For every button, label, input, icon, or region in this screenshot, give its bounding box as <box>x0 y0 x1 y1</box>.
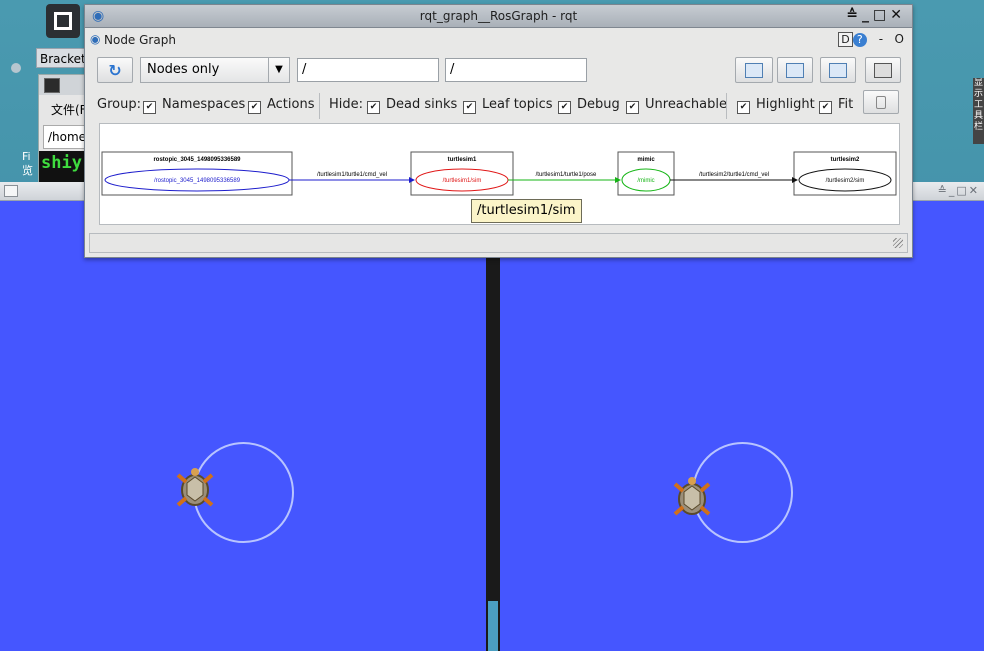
help-icon[interactable]: ? <box>852 33 867 47</box>
node-ellipse-label: /turtlesim1/sim <box>443 178 482 184</box>
edge-label: /turtlesim2/turtle1/cmd_vel <box>699 172 769 178</box>
node-tooltip: /turtlesim1/sim <box>471 199 582 223</box>
graph-type-select[interactable]: Nodes only ▼ <box>140 57 290 83</box>
save-svg-button[interactable] <box>820 57 856 83</box>
fit-label: Fit <box>838 97 854 112</box>
node-ellipse-label: /turtlesim2/sim <box>826 178 865 184</box>
save-dot-button[interactable] <box>777 57 813 83</box>
hide-label: Hide: <box>329 97 364 112</box>
checkbox-checked-icon[interactable]: ✔ <box>819 101 832 114</box>
topic-filter-input[interactable]: / <box>445 58 587 82</box>
side-toolbar-tab[interactable]: 显示工具栏 <box>973 78 984 144</box>
edge-label: /turtlesim1/turtle1/cmd_vel <box>317 172 387 178</box>
unreachable-label: Unreachable <box>645 97 727 112</box>
fit-checkbox[interactable]: ✔ Fit <box>819 97 853 114</box>
close-plugin-button[interactable]: O <box>895 32 904 46</box>
node-ellipse-label: /mimic <box>637 178 654 184</box>
node-box-label: turtlesim2 <box>831 157 860 163</box>
node-box-label: turtlesim1 <box>448 157 477 163</box>
checkbox-checked-icon[interactable]: ✔ <box>558 101 571 114</box>
graph-edge-cmd-vel-2[interactable]: /turtlesim2/turtle1/cmd_vel <box>670 172 798 183</box>
separator <box>726 93 727 119</box>
node-box-label: rostopic_3045_1498095336589 <box>153 157 241 163</box>
graph-node-mimic[interactable]: mimic /mimic <box>617 151 675 196</box>
checkbox-checked-icon[interactable]: ✔ <box>737 101 750 114</box>
debug-label: Debug <box>577 97 620 112</box>
highlight-label: Highlight <box>756 97 815 112</box>
graph-type-value: Nodes only <box>147 62 220 77</box>
plugin-header: ◉ Node Graph D? - O <box>85 29 912 51</box>
refresh-button[interactable]: ↻ <box>97 57 133 83</box>
checkbox-checked-icon[interactable]: ✔ <box>248 101 261 114</box>
turtle-icon <box>673 477 711 516</box>
dead-sinks-checkbox[interactable]: ✔ Dead sinks <box>367 97 457 114</box>
checkbox-checked-icon[interactable]: ✔ <box>463 101 476 114</box>
window-menu-icon[interactable] <box>4 185 18 197</box>
turtlesim2-window-controls[interactable]: ≙_□✕ <box>938 184 980 197</box>
window-controls[interactable]: ≙_□✕ <box>846 7 906 23</box>
graph-node-rostopic[interactable]: rostopic_3045_1498095336589 /rostopic_30… <box>101 151 293 196</box>
graph-node-turtlesim1[interactable]: turtlesim1 /turtlesim1/sim <box>410 151 514 196</box>
brackets-taskbar-item[interactable]: Brackets <box>36 48 88 68</box>
window-title: rqt_graph__RosGraph - rqt <box>419 9 578 23</box>
status-bar <box>89 233 908 253</box>
actions-checkbox[interactable]: ✔ Actions <box>248 97 315 114</box>
checkbox-checked-icon[interactable]: ✔ <box>367 101 380 114</box>
turtle-icon <box>176 468 214 507</box>
dead-sinks-label: Dead sinks <box>386 97 458 112</box>
save-icon <box>829 62 847 78</box>
namespace-filter-input[interactable]: / <box>297 58 439 82</box>
plugin-icon: ◉ <box>90 32 101 46</box>
fit-in-view-button[interactable] <box>863 90 899 114</box>
save-icon <box>786 62 804 78</box>
image-icon <box>874 62 892 78</box>
namespaces-label: Namespaces <box>162 97 246 112</box>
plugin-controls: D? - O <box>838 32 904 47</box>
checkbox-checked-icon[interactable]: ✔ <box>143 101 156 114</box>
graph-edge-pose[interactable]: /turtlesim1/turtle1/pose <box>508 172 621 183</box>
graph-edge-cmd-vel-1[interactable]: /turtlesim1/turtle1/cmd_vel <box>289 172 415 183</box>
leaf-topics-label: Leaf topics <box>482 97 553 112</box>
save-image-button[interactable] <box>865 57 901 83</box>
rqt-window[interactable]: ◉ rqt_graph__RosGraph - rqt ≙_□✕ ◉ Node … <box>84 4 913 258</box>
scrollbar-thumb[interactable] <box>488 601 498 651</box>
graph-node-turtlesim2[interactable]: turtlesim2 /turtlesim2/sim <box>793 151 897 196</box>
separator <box>319 93 320 119</box>
folder-icon <box>745 62 763 78</box>
options-row: Group: ✔ Namespaces ✔ Actions Hide: ✔ Dead … <box>85 93 912 119</box>
highlight-checkbox[interactable]: ✔ Highlight <box>737 97 815 114</box>
actions-label: Actions <box>267 97 315 112</box>
edge-label: /turtlesim1/turtle1/pose <box>536 172 597 178</box>
dropdown-arrow-icon[interactable]: ▼ <box>268 58 289 82</box>
group-label: Group: <box>97 97 141 112</box>
debug-checkbox[interactable]: ✔ Debug <box>558 97 620 114</box>
checkbox-checked-icon[interactable]: ✔ <box>626 101 639 114</box>
load-dot-button[interactable] <box>735 57 773 83</box>
node-box-label: mimic <box>637 157 655 163</box>
resize-grip-icon[interactable] <box>893 238 903 248</box>
desktop-side-text: Fi 览 <box>22 150 33 177</box>
dock-button[interactable]: D <box>838 32 853 47</box>
namespaces-checkbox[interactable]: ✔ Namespaces <box>143 97 245 114</box>
terminal-icon <box>44 78 60 93</box>
unreachable-checkbox[interactable]: ✔ Unreachable <box>626 97 727 114</box>
node-ellipse-label: /rostopic_3045_1498095336589 <box>154 178 241 184</box>
minimize-plugin-button[interactable]: - <box>879 32 883 46</box>
brackets-app-icon[interactable] <box>46 4 80 38</box>
rqt-titlebar[interactable]: ◉ rqt_graph__RosGraph - rqt ≙_□✕ <box>85 5 912 28</box>
leaf-topics-checkbox[interactable]: ✔ Leaf topics <box>463 97 553 114</box>
fit-icon <box>876 95 886 109</box>
plugin-title: Node Graph <box>104 33 176 47</box>
desktop-bullet-icon <box>11 63 21 73</box>
refresh-icon: ↻ <box>108 60 122 80</box>
